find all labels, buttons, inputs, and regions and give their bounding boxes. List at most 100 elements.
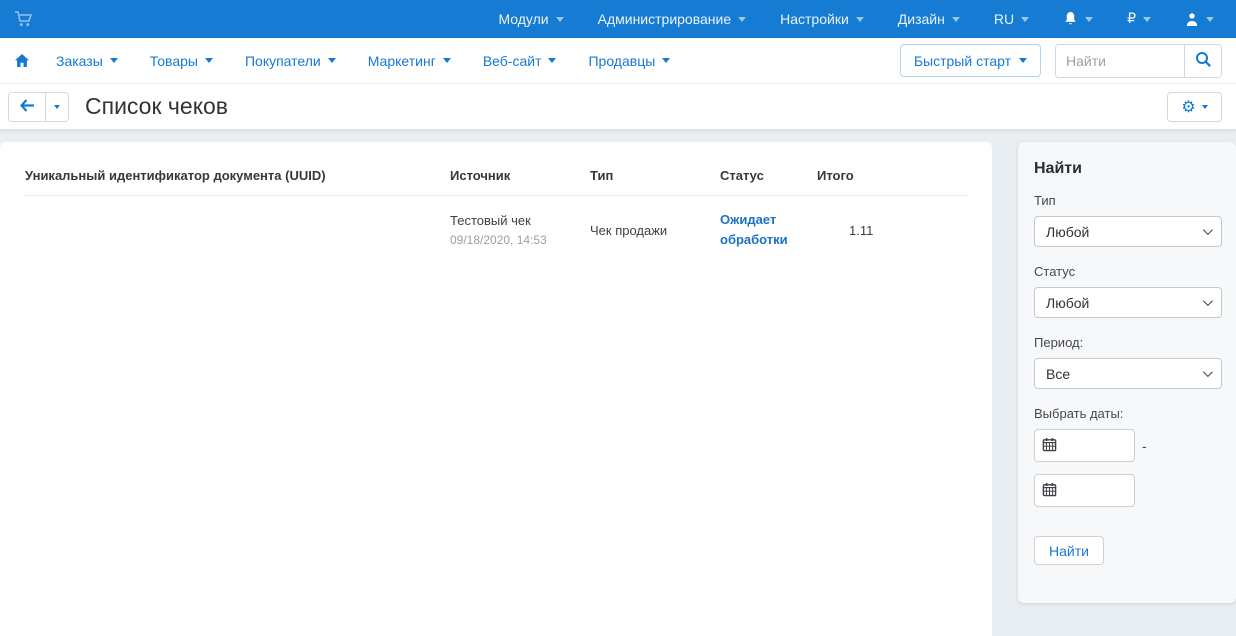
status-select-value: Любой (1046, 295, 1089, 311)
navbar-right: Быстрый старт (900, 44, 1222, 78)
chevron-down-icon (1019, 58, 1027, 63)
chevron-down-icon (110, 58, 118, 63)
nav-website-label: Веб-сайт (483, 53, 542, 69)
chevron-down-icon (1203, 225, 1213, 235)
chevron-down-icon (548, 58, 556, 63)
chevron-down-icon (1085, 17, 1093, 22)
page-settings-button[interactable]: ⚙ (1167, 92, 1222, 122)
header-source: Источник (450, 168, 590, 196)
date-to-row (1034, 474, 1222, 507)
filter-search-button[interactable]: Найти (1034, 536, 1104, 565)
chevron-down-icon (328, 58, 336, 63)
chevron-down-icon (1203, 296, 1213, 306)
nav-item-website[interactable]: Веб-сайт (483, 53, 557, 69)
type-label: Тип (1034, 193, 1222, 208)
cell-source: Тестовый чек 09/18/2020, 14:53 (450, 196, 590, 261)
date-range-separator: - (1142, 438, 1147, 454)
home-icon[interactable] (14, 53, 30, 68)
language-label: RU (994, 11, 1014, 27)
currency-selector[interactable]: ₽ (1127, 11, 1151, 27)
filter-group-dates: Выбрать даты: - (1034, 406, 1222, 507)
menu-design-label: Дизайн (898, 11, 945, 27)
quick-start-label: Быстрый старт (914, 53, 1011, 69)
filter-title: Найти (1034, 160, 1222, 178)
search-input[interactable] (1056, 45, 1184, 77)
menu-administration[interactable]: Администрирование (598, 11, 747, 27)
date-from-input[interactable] (1034, 429, 1135, 462)
chevron-down-icon (443, 58, 451, 63)
menu-modules-label: Модули (498, 11, 548, 27)
filter-group-type: Тип Любой (1034, 193, 1222, 247)
quick-start-button[interactable]: Быстрый старт (900, 44, 1041, 77)
menu-modules[interactable]: Модули (498, 11, 563, 27)
user-icon (1185, 12, 1199, 27)
chevron-down-icon (556, 17, 564, 22)
gear-icon: ⚙ (1181, 99, 1195, 115)
source-title: Тестовый чек (450, 213, 582, 228)
page-header: Список чеков ⚙ (0, 84, 1236, 130)
nav-orders-label: Заказы (56, 53, 103, 69)
date-to-input[interactable] (1034, 474, 1135, 507)
nav-customers-label: Покупатели (245, 53, 321, 69)
cell-type: Чек продажи (590, 196, 720, 261)
type-select-value: Любой (1046, 224, 1089, 240)
ruble-currency-icon: ₽ (1127, 11, 1136, 27)
nav-item-customers[interactable]: Покупатели (245, 53, 336, 69)
date-from-row: - (1034, 429, 1222, 462)
back-arrow-icon (20, 99, 35, 115)
chevron-down-icon (662, 58, 670, 63)
status-label: Статус (1034, 264, 1222, 279)
filter-group-status: Статус Любой (1034, 264, 1222, 318)
type-select[interactable]: Любой (1034, 216, 1222, 247)
back-history-dropdown[interactable] (45, 93, 68, 121)
storefront-cart-icon[interactable] (14, 10, 34, 28)
nav-item-products[interactable]: Товары (150, 53, 213, 69)
notifications-menu[interactable] (1063, 11, 1093, 27)
menu-settings-label: Настройки (780, 11, 849, 27)
menu-administration-label: Администрирование (598, 11, 732, 27)
period-select-value: Все (1046, 366, 1070, 382)
global-search (1055, 44, 1222, 78)
chevron-down-icon (1021, 17, 1029, 22)
chevron-down-icon (856, 17, 864, 22)
cell-uuid (25, 196, 450, 261)
nav-item-marketing[interactable]: Маркетинг (368, 53, 451, 69)
filter-group-period: Период: Все (1034, 335, 1222, 389)
nav-vendors-label: Продавцы (588, 53, 655, 69)
cell-total: 1.11 (817, 196, 967, 261)
cell-status: Ожидает обработки (720, 196, 817, 261)
content-area: Уникальный идентификатор документа (UUID… (0, 130, 1236, 636)
period-select[interactable]: Все (1034, 358, 1222, 389)
nav-item-orders[interactable]: Заказы (56, 53, 118, 69)
back-button[interactable] (9, 93, 45, 121)
user-account-menu[interactable] (1185, 12, 1214, 27)
total-value: 1.11 (849, 223, 873, 238)
date-to-field (1034, 474, 1135, 507)
chevron-down-icon (1206, 17, 1214, 22)
receipt-status-link[interactable]: Ожидает обработки (720, 210, 809, 250)
period-label: Период: (1034, 335, 1222, 350)
nav-products-label: Товары (150, 53, 198, 69)
chevron-down-icon (1202, 105, 1208, 109)
page-title: Список чеков (85, 93, 228, 120)
source-date: 09/18/2020, 14:53 (450, 233, 582, 247)
filter-sidebar: Найти Тип Любой Статус Любой Период: Все… (1018, 142, 1236, 603)
chevron-down-icon (952, 17, 960, 22)
table-row: Тестовый чек 09/18/2020, 14:53 Чек прода… (25, 196, 967, 261)
language-selector[interactable]: RU (994, 11, 1029, 27)
chevron-down-icon (1143, 17, 1151, 22)
nav-items: Заказы Товары Покупатели Маркетинг Веб-с… (56, 53, 670, 69)
search-button[interactable] (1184, 45, 1221, 77)
chevron-down-icon (54, 105, 60, 109)
status-select[interactable]: Любой (1034, 287, 1222, 318)
receipts-card: Уникальный идентификатор документа (UUID… (0, 142, 992, 636)
header-total: Итого (817, 168, 967, 196)
search-icon (1195, 51, 1212, 71)
main-navbar: Заказы Товары Покупатели Маркетинг Веб-с… (0, 38, 1236, 84)
nav-item-vendors[interactable]: Продавцы (588, 53, 670, 69)
menu-settings[interactable]: Настройки (780, 11, 864, 27)
menu-design[interactable]: Дизайн (898, 11, 960, 27)
nav-marketing-label: Маркетинг (368, 53, 436, 69)
chevron-down-icon (1203, 367, 1213, 377)
chevron-down-icon (205, 58, 213, 63)
